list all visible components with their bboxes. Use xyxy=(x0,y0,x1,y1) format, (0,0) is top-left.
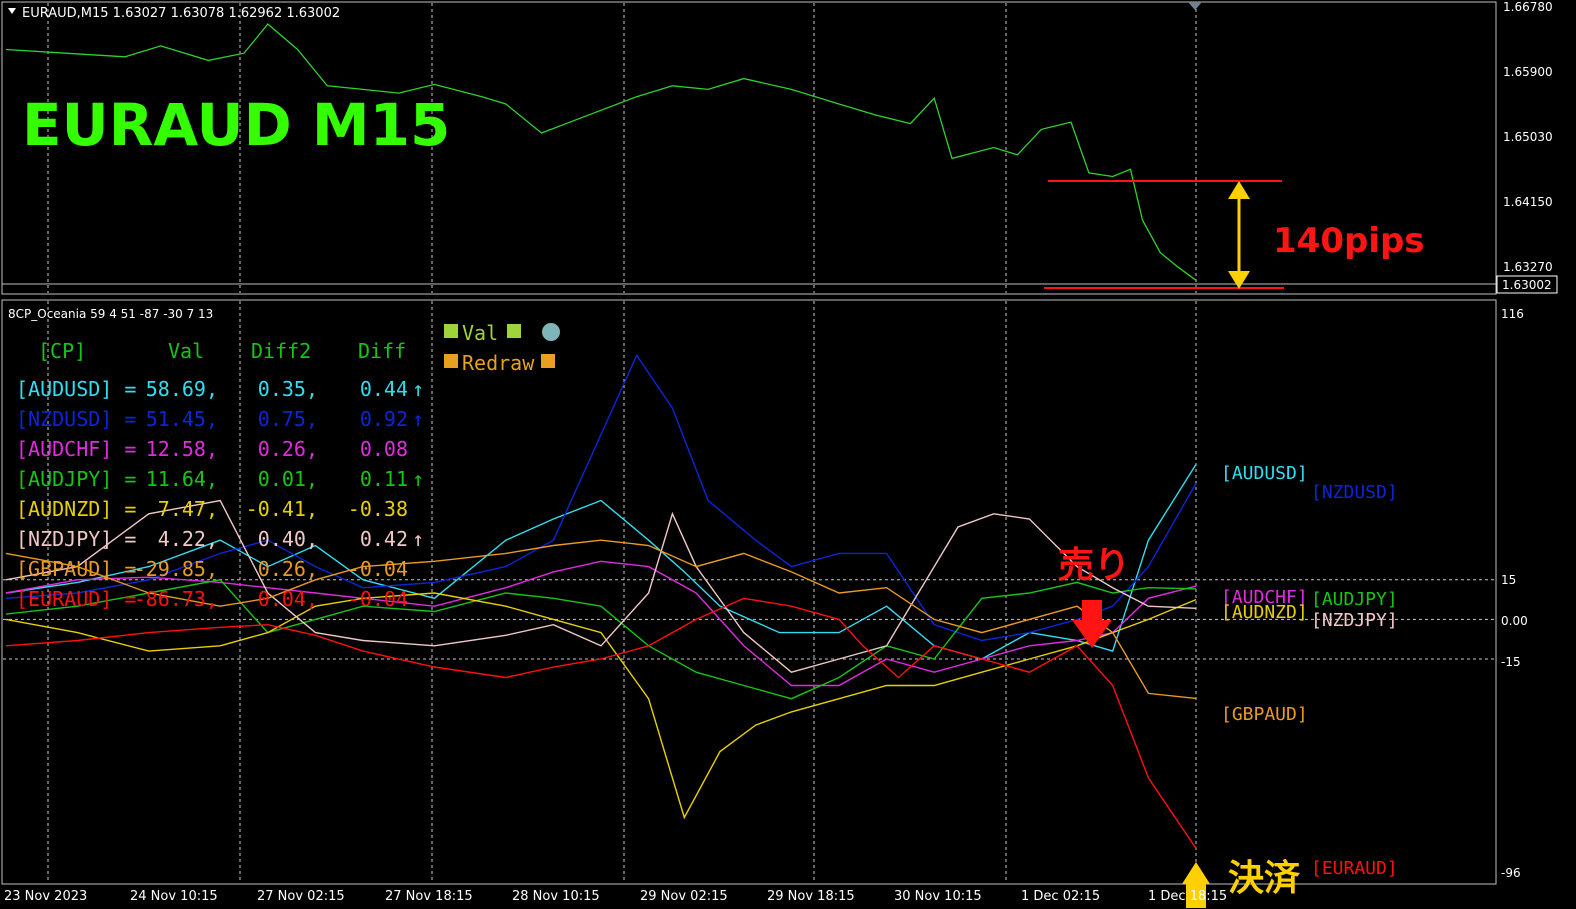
table-cell-val: 51.45, xyxy=(146,407,218,431)
table-cell-pair: [AUDJPY] = xyxy=(16,467,136,491)
redraw-square-icon xyxy=(444,354,458,368)
time-tick: 28 Nov 10:15 xyxy=(512,889,600,904)
time-tick: 27 Nov 18:15 xyxy=(385,889,473,904)
arrow-up-icon xyxy=(1228,181,1250,199)
price-axis: 1.66780 1.65900 1.65030 1.64150 1.63270 xyxy=(1503,0,1553,274)
sell-arrow-shaft xyxy=(1082,600,1102,622)
pips-label: 140pips xyxy=(1273,221,1425,261)
time-tick: 1 Dec 02:15 xyxy=(1021,889,1100,904)
table-cell-diff: 0.11 xyxy=(360,467,408,491)
time-tick: 29 Nov 18:15 xyxy=(767,889,855,904)
label-nzdjpy: [NZDJPY] xyxy=(1311,610,1398,631)
label-audnzd: [AUDNZD] xyxy=(1221,602,1308,623)
indicator-tick: -96 xyxy=(1501,866,1521,880)
table-cell-arrow: ↑ xyxy=(412,407,424,431)
table-cell-val: -29.85, xyxy=(134,557,218,581)
table-cell-diff2: 0.35, xyxy=(258,377,318,401)
current-price-label: 1.63002 xyxy=(1502,278,1552,292)
time-tick: 1 Dec 18:15 xyxy=(1148,889,1227,904)
col-header-cp: [CP] xyxy=(38,339,86,363)
indicator-title: 8CP_Oceania 59 4 51 -87 -30 7 13 xyxy=(8,307,213,321)
arrow-up-icon xyxy=(1182,862,1210,884)
symbol-header: EURAUD,M15 1.63027 1.63078 1.62962 1.630… xyxy=(22,6,340,21)
table-cell-arrow: ↑ xyxy=(412,467,424,491)
table-cell-val: -86.73, xyxy=(134,587,218,611)
time-tick: 29 Nov 02:15 xyxy=(640,889,728,904)
table-cell-diff2: -0.41, xyxy=(246,497,318,521)
table-cell-val: 11.64, xyxy=(146,467,218,491)
sell-label: 売り xyxy=(1058,545,1130,586)
table-cell-pair: [AUDCHF] = xyxy=(16,437,136,461)
indicator-tick: -15 xyxy=(1501,655,1521,669)
table-cell-arrow: ↑ xyxy=(412,527,424,551)
circle-icon xyxy=(542,323,560,341)
time-tick: 27 Nov 02:15 xyxy=(257,889,345,904)
series-line-euraud xyxy=(5,597,1197,849)
arrow-down-icon xyxy=(1228,271,1250,289)
table-cell-diff: 0.92 xyxy=(360,407,408,431)
label-gbpaud: [GBPAUD] xyxy=(1221,704,1308,725)
table-cell-diff: -0.38 xyxy=(348,497,408,521)
indicator-tick: 0.00 xyxy=(1501,614,1528,628)
val-square-icon xyxy=(444,324,458,338)
table-cell-pair: [AUDNZD] = xyxy=(16,497,136,521)
table-cell-diff2: 0.26, xyxy=(258,557,318,581)
table-cell-diff: 0.08 xyxy=(360,437,408,461)
label-audusd: [AUDUSD] xyxy=(1221,463,1308,484)
settle-label: 決済 xyxy=(1228,858,1300,899)
indicator-tick: 116 xyxy=(1501,307,1524,321)
table-cell-pair: [NZDJPY] = xyxy=(16,527,136,551)
col-header-diff: Diff xyxy=(358,339,406,363)
table-cell-diff2: 0.75, xyxy=(258,407,318,431)
time-tick: 24 Nov 10:15 xyxy=(130,889,218,904)
pair-labels: [AUDUSD] [NZDUSD] [AUDCHF] [AUDJPY] [AUD… xyxy=(1221,463,1398,879)
val-square-icon xyxy=(507,324,521,338)
table-cell-diff: -0.04 xyxy=(348,587,408,611)
time-axis: 23 Nov 2023 24 Nov 10:15 27 Nov 02:15 27 No… xyxy=(4,889,1227,904)
table-cell-val: 12.58, xyxy=(146,437,218,461)
table-cell-val: 7.47, xyxy=(158,497,218,521)
table-cell-pair: [GBPAUD] = xyxy=(16,557,136,581)
table-cell-val: 58.69, xyxy=(146,377,218,401)
label-euraud: [EURAUD] xyxy=(1311,858,1398,879)
table-cell-diff2: 0.26, xyxy=(258,437,318,461)
col-header-diff2: Diff2 xyxy=(251,339,311,363)
table-cell-val: 4.22, xyxy=(158,527,218,551)
price-tick: 1.66780 xyxy=(1503,0,1553,14)
table-cell-diff: -0.04 xyxy=(348,557,408,581)
label-nzdusd: [NZDUSD] xyxy=(1311,482,1398,503)
table-cell-pair: [AUDUSD] = xyxy=(16,377,136,401)
shift-marker-icon[interactable] xyxy=(1188,2,1202,10)
col-header-val: Val xyxy=(168,339,204,363)
indicator-tick: 15 xyxy=(1501,573,1516,587)
table-cell-diff: 0.44 xyxy=(360,377,408,401)
time-tick: 23 Nov 2023 xyxy=(4,889,87,904)
table-cell-arrow: ↑ xyxy=(412,377,424,401)
mt4-chart-window[interactable]: EURAUD,M15 1.63027 1.63078 1.62962 1.630… xyxy=(0,0,1576,909)
big-title: EURAUD M15 xyxy=(22,91,450,159)
table-cell-diff2: 0.01, xyxy=(258,467,318,491)
time-tick: 30 Nov 10:15 xyxy=(894,889,982,904)
series-line-audnzd xyxy=(5,592,1197,820)
table-cell-diff2: 0.04, xyxy=(258,587,318,611)
cp-table: [CP] Val Diff2 Diff [AUDUSD] = 58.69, 0.35… xyxy=(16,339,424,611)
legend-redraw: Redraw xyxy=(462,351,535,375)
table-cell-pair: [EURAUD] = xyxy=(16,587,136,611)
price-tick: 1.65030 xyxy=(1503,130,1553,144)
table-cell-diff: 0.42 xyxy=(360,527,408,551)
table-cell-diff2: 0.40, xyxy=(258,527,318,551)
triangle-down-icon[interactable] xyxy=(8,8,16,14)
redraw-square-icon xyxy=(541,354,555,368)
label-audjpy: [AUDJPY] xyxy=(1311,589,1398,610)
legend: Val Redraw xyxy=(444,321,560,375)
table-cell-pair: [NZDUSD] = xyxy=(16,407,136,431)
legend-val: Val xyxy=(462,321,498,345)
price-tick: 1.65900 xyxy=(1503,65,1553,79)
indicator-axis: 116 15 0.00 -15 -96 xyxy=(1501,307,1528,880)
price-tick: 1.64150 xyxy=(1503,195,1553,209)
price-tick: 1.63270 xyxy=(1503,260,1553,274)
